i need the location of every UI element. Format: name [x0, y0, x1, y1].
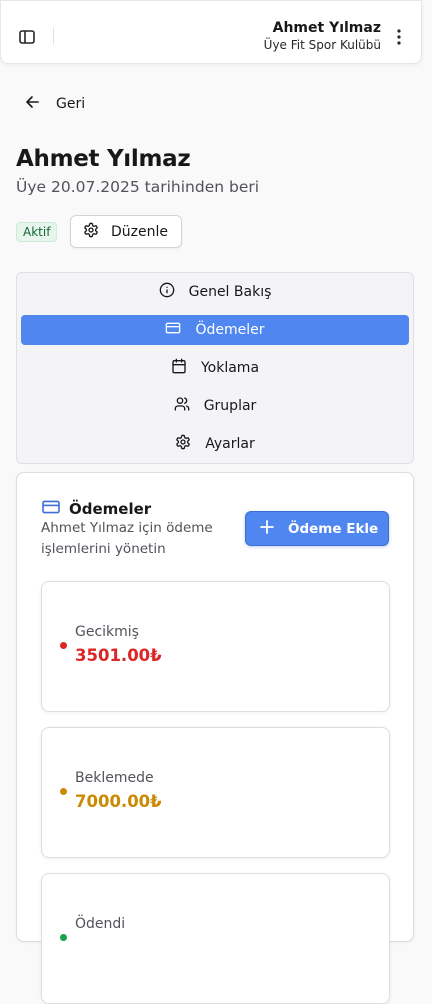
- status-badge: Aktif: [16, 222, 58, 242]
- member-since: Üye 20.07.2025 tarihinden beri: [16, 178, 260, 196]
- tab-overview[interactable]: Genel Bakış: [21, 277, 409, 307]
- plus-icon: [260, 519, 274, 538]
- stat-card-paid: Ödendi: [41, 873, 390, 1004]
- tab-attendance[interactable]: Yoklama: [21, 353, 409, 383]
- info-icon: [159, 282, 175, 302]
- users-icon: [174, 396, 190, 416]
- sidebar-toggle-icon[interactable]: [15, 25, 39, 49]
- stat-card-overdue: Gecikmiş 3501.00₺: [41, 581, 390, 712]
- gear-icon: [83, 222, 99, 242]
- stat-value: 3501.00₺: [75, 646, 162, 665]
- credit-card-icon: [41, 499, 61, 519]
- tab-payments[interactable]: Ödemeler: [21, 315, 409, 345]
- topbar-divider: [53, 27, 54, 45]
- stat-label: Ödendi: [75, 916, 126, 932]
- card-title-row: Ödemeler: [41, 499, 151, 519]
- top-bar: Ahmet Yılmaz Üye Fit Spor Kulübü: [0, 0, 422, 64]
- tab-settings[interactable]: Ayarlar: [21, 429, 409, 459]
- stat-card-pending: Beklemede 7000.00₺: [41, 727, 390, 858]
- back-label: Geri: [56, 96, 86, 112]
- tab-label: Gruplar: [203, 398, 257, 414]
- back-link[interactable]: Geri: [24, 94, 85, 114]
- calendar-icon: [171, 358, 187, 378]
- add-payment-button[interactable]: Ödeme Ekle: [245, 511, 389, 546]
- status-dot: [60, 788, 67, 795]
- more-options-icon[interactable]: [393, 27, 405, 47]
- tab-label: Ayarlar: [205, 436, 255, 452]
- card-title: Ödemeler: [69, 500, 152, 518]
- card-description: Ahmet Yılmaz için ödeme işlemlerini yöne…: [41, 520, 213, 557]
- payments-card: Ödemeler Ahmet Yılmaz için ödeme işlemle…: [16, 472, 414, 1004]
- user-name: Ahmet Yılmaz: [272, 20, 381, 36]
- add-payment-label: Ödeme Ekle: [288, 520, 379, 537]
- page-title: Ahmet Yılmaz: [16, 146, 191, 172]
- user-info: Ahmet Yılmaz Üye Fit Spor Kulübü: [264, 19, 381, 53]
- gear-icon: [175, 434, 191, 454]
- stat-label: Beklemede: [75, 770, 154, 786]
- tab-list: Genel Bakış Ödemeler Yoklama Gruplar Aya…: [16, 272, 414, 464]
- credit-card-icon: [165, 320, 181, 340]
- club-name: Üye Fit Spor Kulübü: [263, 38, 381, 52]
- arrow-left-icon: [24, 93, 42, 115]
- tab-label: Genel Bakış: [188, 284, 272, 300]
- tab-label: Ödemeler: [195, 322, 265, 338]
- edit-label: Düzenle: [111, 223, 168, 240]
- stat-label: Gecikmiş: [75, 624, 139, 640]
- status-dot: [60, 934, 67, 941]
- stat-value: 7000.00₺: [75, 792, 162, 811]
- tab-label: Yoklama: [200, 360, 260, 376]
- edit-button[interactable]: Düzenle: [70, 215, 182, 248]
- tab-groups[interactable]: Gruplar: [21, 391, 409, 421]
- status-dot: [60, 642, 67, 649]
